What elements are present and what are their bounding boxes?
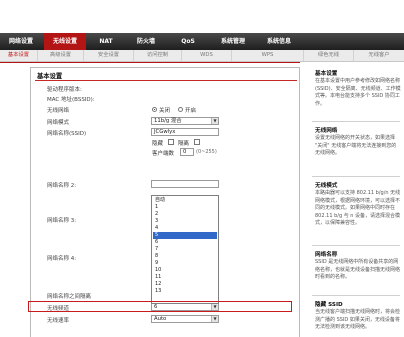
channel-option[interactable]: 3: [153, 218, 217, 225]
channel-option[interactable]: 12: [153, 281, 217, 288]
client-count-label: 客户端数: [152, 151, 175, 157]
hide-ssid-checkbox[interactable]: [168, 139, 174, 145]
ssid4-label: 网络名称 4:: [47, 256, 77, 262]
help-text-basic: 在基本设置中用户参考修改如网络名称 (SSID)、安全隔离、无线频道、工作模式等…: [315, 78, 401, 107]
mac-address-label: MAC 地址(BSSID):: [47, 97, 95, 103]
inter-ssid-isolation-label: 网络名称之间隔离: [47, 294, 92, 300]
subtab-advanced-settings[interactable]: 高级设置: [38, 50, 84, 61]
subtab-green-wireless[interactable]: 绿色无线: [304, 50, 354, 61]
help-divider: [312, 176, 400, 177]
help-title-hide-ssid: 隐藏 SSID: [315, 302, 343, 308]
help-divider: [312, 121, 400, 122]
subtab-wireless-clients[interactable]: 无线客户: [354, 50, 404, 61]
network-mode-value: 11b/g 混合: [154, 118, 182, 124]
tab-system-management[interactable]: 系统管理: [210, 33, 256, 50]
help-sidebar: 基本设置 在基本设置中用户参考修改如网络名称 (SSID)、安全隔离、无线频道、…: [306, 63, 404, 337]
help-title-mode: 无线模式: [315, 183, 338, 189]
channel-option[interactable]: 6: [153, 239, 217, 246]
channel-option[interactable]: 8: [153, 253, 217, 260]
chevron-down-icon: ▼: [211, 316, 218, 322]
help-text-hide-ssid: 当无线客户端扫描无线网络时，将会检测广播的 SSID 如果关闭，无线设备将无法检…: [315, 309, 401, 330]
channel-option[interactable]: 13: [153, 288, 217, 295]
channel-dropdown-list: 自动 1 2 3 4 5 6 7 8 9 10 11 12 13: [151, 195, 219, 304]
router-admin-page: 网络设置 无线设置 NAT 防火墙 QoS 系统管理 系统信息 基本设置 高级设…: [0, 0, 404, 337]
channel-option-highlighted[interactable]: 5: [153, 232, 217, 239]
wireless-on-radio[interactable]: [178, 107, 183, 112]
channel-option[interactable]: 4: [153, 225, 217, 232]
tab-qos[interactable]: QoS: [168, 33, 208, 50]
tab-system-info[interactable]: 系统信息: [258, 33, 300, 50]
rate-value: Auto: [154, 316, 167, 322]
subtab-wps[interactable]: WPS: [232, 50, 304, 61]
ssid-input[interactable]: JCGwlyx: [151, 128, 219, 136]
wireless-rate-select[interactable]: Auto ▼: [151, 315, 219, 323]
wireless-off-radio[interactable]: [152, 107, 157, 112]
subtab-wds[interactable]: WDS: [182, 50, 232, 61]
chevron-down-icon: ▼: [211, 118, 218, 124]
wireless-rate-label: 无线速率: [47, 318, 70, 324]
wireless-network-label: 无线网络: [47, 108, 70, 114]
channel-option[interactable]: 2: [153, 211, 217, 218]
channel-option[interactable]: 10: [153, 267, 217, 274]
tab-nat[interactable]: NAT: [88, 33, 124, 50]
help-text-wireless: 设置无线网络的开关状态，如果选择 "关闭" 无线客户端将无法连接到您的无线网络。: [315, 135, 397, 156]
sub-navigation-bar: 基本设置 高级设置 安全设置 访问控制 WDS WPS 绿色无线 无线客户: [0, 50, 404, 62]
channel-option[interactable]: 11: [153, 274, 217, 281]
firmware-version-label: 驱动程序版本:: [47, 87, 82, 93]
tab-network-settings[interactable]: 网络设置: [0, 33, 42, 50]
isolate-checkbox[interactable]: [194, 139, 200, 145]
ssid2-input[interactable]: [151, 180, 219, 188]
network-mode-label: 网络模式: [47, 120, 70, 126]
subnav-accent-line: [0, 62, 300, 63]
top-navigation-bar: 网络设置 无线设置 NAT 防火墙 QoS 系统管理 系统信息: [0, 33, 404, 50]
section-title: 基本设置: [37, 73, 63, 80]
isolate-label: 隔离: [178, 141, 190, 147]
channel-option[interactable]: 自动: [153, 197, 217, 204]
client-count-range: (0~255): [196, 149, 217, 155]
channel-row-highlight: [28, 301, 292, 312]
client-count-input[interactable]: 0: [180, 148, 194, 156]
network-mode-select[interactable]: 11b/g 混合 ▼: [151, 117, 219, 125]
tab-wireless-settings[interactable]: 无线设置: [44, 33, 86, 50]
ssid3-label: 网络名称 3:: [47, 218, 77, 224]
help-text-ssid: SSID 是无线网络中所有设备共享的网络名称，也就是无线设备扫描无线网络时看到的…: [315, 259, 401, 280]
help-title-wireless: 无线网络: [315, 128, 338, 134]
channel-option[interactable]: 1: [153, 204, 217, 211]
wireless-off-label: 关闭: [159, 108, 171, 114]
help-text-mode: 本路由器可以支持 802.11 b/g/n 无线网络模式，根据网络环境，可以选择…: [315, 190, 401, 226]
channel-option[interactable]: 7: [153, 246, 217, 253]
subtab-basic-settings[interactable]: 基本设置: [0, 50, 38, 61]
tab-firewall[interactable]: 防火墙: [126, 33, 166, 50]
help-divider: [312, 295, 400, 296]
wireless-on-label: 开启: [185, 108, 197, 114]
hide-ssid-label: 隐藏: [152, 141, 164, 147]
help-title-ssid: 网络名称: [315, 252, 338, 258]
subtab-access-control[interactable]: 访问控制: [134, 50, 182, 61]
ssid2-label: 网络名称 2:: [47, 183, 77, 189]
section-divider: [35, 80, 297, 81]
help-divider: [312, 245, 400, 246]
subtab-security-settings[interactable]: 安全设置: [84, 50, 134, 61]
ssid-label: 网络名称(SSID): [47, 131, 87, 137]
help-title-basic: 基本设置: [315, 71, 338, 77]
channel-option[interactable]: 9: [153, 260, 217, 267]
